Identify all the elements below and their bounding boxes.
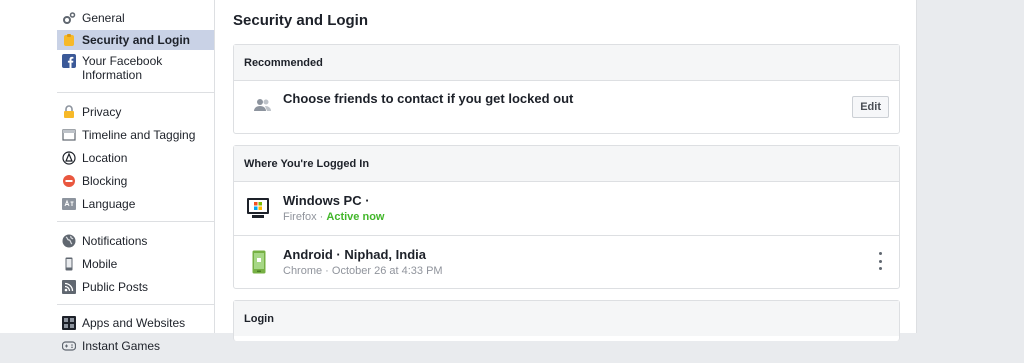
gears-icon bbox=[62, 11, 76, 25]
session-meta: Chrome · October 26 at 4:33 PM bbox=[283, 265, 443, 277]
sidebar-item-label: Instant Games bbox=[82, 339, 161, 353]
logged-in-card: Where You're Logged In Windows PC · Fire… bbox=[233, 145, 900, 289]
nav-group-privacy: Privacy Timeline and Tagging Location Bl… bbox=[0, 93, 214, 221]
sidebar-item-label: Notifications bbox=[82, 234, 148, 248]
sidebar-item-privacy[interactable]: Privacy bbox=[57, 104, 214, 121]
trusted-contacts-title: Choose friends to contact if you get loc… bbox=[283, 91, 574, 106]
gamepad-icon bbox=[62, 339, 76, 353]
sidebar-item-public-posts[interactable]: Public Posts bbox=[57, 279, 214, 296]
session-row[interactable]: Android · Niphad, India Chrome · October… bbox=[234, 236, 899, 288]
session-separator: · bbox=[322, 265, 332, 277]
session-meta: Firefox · Active now bbox=[283, 211, 384, 223]
nav-group-notifications: Notifications Mobile Public Posts bbox=[0, 222, 214, 304]
lock-icon bbox=[62, 105, 76, 119]
sidebar-item-instant-games[interactable]: Instant Games bbox=[57, 338, 214, 355]
sidebar-item-general[interactable]: General bbox=[57, 10, 214, 27]
android-phone-icon bbox=[252, 250, 266, 279]
more-options-icon[interactable] bbox=[875, 252, 885, 270]
language-icon bbox=[62, 197, 76, 211]
sidebar-item-mobile[interactable]: Mobile bbox=[57, 256, 214, 273]
settings-main: Security and Login Recommended Choose fr… bbox=[215, 0, 917, 341]
people-icon bbox=[254, 98, 272, 117]
sidebar-item-location[interactable]: Location bbox=[57, 150, 214, 167]
session-browser: Chrome bbox=[283, 265, 323, 277]
session-text: Windows PC · Firefox · Active now bbox=[283, 193, 384, 223]
sidebar-item-blocking[interactable]: Blocking bbox=[57, 173, 214, 190]
card-header: Recommended bbox=[234, 45, 899, 81]
timeline-icon bbox=[62, 128, 76, 142]
card-header: Where You're Logged In bbox=[234, 146, 899, 182]
nav-group-account: General Security and Login Your Facebook… bbox=[0, 0, 214, 92]
desktop-icon bbox=[246, 197, 270, 224]
session-device: Windows PC · bbox=[283, 193, 370, 208]
nav-group-apps: Apps and Websites Instant Games bbox=[0, 305, 214, 363]
sidebar-item-your-facebook-information[interactable]: Your Facebook Information bbox=[57, 53, 214, 84]
session-device: Android · Niphad, India bbox=[283, 247, 426, 262]
recommended-card: Recommended Choose friends to contact if… bbox=[233, 44, 900, 134]
sidebar-item-label: Privacy bbox=[82, 105, 122, 119]
sidebar-item-security[interactable]: Security and Login bbox=[57, 30, 214, 50]
sidebar-item-language[interactable]: Language bbox=[57, 196, 214, 213]
globe-icon bbox=[62, 234, 76, 248]
sidebar-item-label: Language bbox=[82, 197, 136, 211]
sidebar-item-label: Your Facebook Information bbox=[82, 54, 163, 82]
session-text: Android · Niphad, India Chrome · October… bbox=[283, 247, 443, 277]
sidebar-item-label: Public Posts bbox=[82, 280, 149, 294]
location-icon bbox=[62, 151, 76, 165]
facebook-icon bbox=[62, 54, 76, 68]
sidebar-item-label: Blocking bbox=[82, 174, 128, 188]
badge-icon bbox=[62, 33, 76, 47]
sidebar-item-timeline-and-tagging[interactable]: Timeline and Tagging bbox=[57, 127, 214, 144]
session-row[interactable]: Windows PC · Firefox · Active now bbox=[234, 182, 899, 235]
edit-button[interactable]: Edit bbox=[852, 96, 889, 118]
trusted-contacts-row[interactable]: Choose friends to contact if you get loc… bbox=[234, 81, 899, 133]
session-browser: Firefox bbox=[283, 211, 317, 223]
settings-sidebar: General Security and Login Your Facebook… bbox=[0, 0, 215, 353]
rss-icon bbox=[62, 280, 76, 294]
apps-icon bbox=[62, 316, 76, 330]
sidebar-item-notifications[interactable]: Notifications bbox=[57, 233, 214, 250]
sidebar-item-label: General bbox=[82, 11, 125, 25]
card-header: Login bbox=[234, 301, 899, 336]
session-separator: · bbox=[316, 211, 327, 223]
mobile-icon bbox=[62, 257, 76, 271]
sidebar-item-apps-and-websites[interactable]: Apps and Websites bbox=[57, 315, 214, 332]
session-status: October 26 at 4:33 PM bbox=[331, 265, 443, 277]
blocking-icon bbox=[62, 174, 76, 188]
sidebar-item-label: Location bbox=[82, 151, 128, 165]
sidebar-item-label: Apps and Websites bbox=[82, 316, 186, 330]
sidebar-item-label: Mobile bbox=[82, 257, 118, 271]
page-title: Security and Login bbox=[233, 12, 369, 29]
sidebar-item-label: Security and Login bbox=[82, 33, 191, 47]
login-card: Login bbox=[233, 300, 900, 341]
session-status: Active now bbox=[326, 211, 385, 223]
sidebar-item-label: Timeline and Tagging bbox=[82, 128, 196, 142]
